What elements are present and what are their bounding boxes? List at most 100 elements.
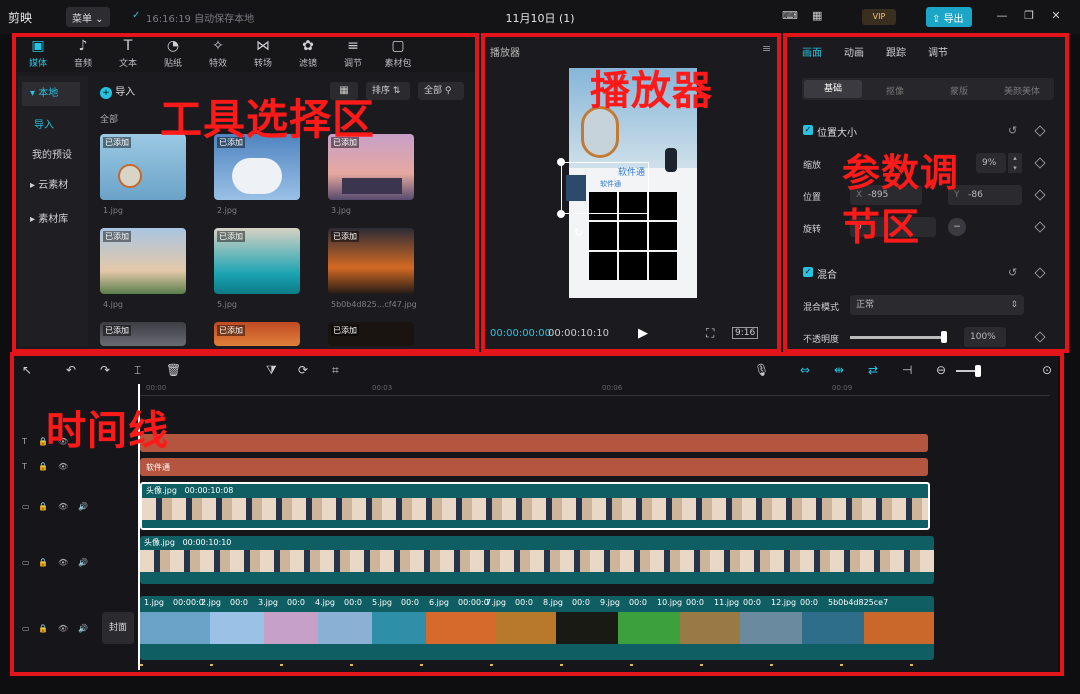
reset-icon[interactable]: ↺: [1008, 266, 1017, 279]
split-icon[interactable]: ⌶: [134, 363, 141, 378]
reset-icon[interactable]: ↺: [1008, 124, 1017, 137]
lock-icon[interactable]: 🔒: [38, 462, 48, 471]
tab-tracking[interactable]: 跟踪: [886, 44, 906, 59]
sidebar-item-local[interactable]: ▾ 本地: [22, 82, 80, 106]
audio-icon[interactable]: 🔊: [78, 558, 88, 567]
sidebar-item-import[interactable]: 导入: [22, 114, 80, 138]
cover-button[interactable]: 封面: [102, 612, 134, 644]
sidebar-item-presets[interactable]: 我的预设: [22, 144, 80, 168]
main-clip-label: 00:0: [344, 598, 362, 607]
filter-button[interactable]: 全部 ⚲: [418, 82, 464, 100]
tool-tab[interactable]: ♪ 音频: [63, 38, 103, 69]
text-clip[interactable]: [140, 434, 928, 452]
media-thumb[interactable]: 已添加: [328, 228, 414, 294]
eye-icon[interactable]: 👁: [58, 558, 68, 567]
video-clip[interactable]: 头像.jpg 00:00:10:10: [140, 536, 934, 584]
sidebar-item-cloud[interactable]: ▸ 云素材: [22, 174, 80, 198]
menu-button[interactable]: 菜单 ⌄: [66, 7, 110, 27]
rotate-icon[interactable]: ⟳: [298, 363, 308, 377]
media-thumb[interactable]: 已添加: [100, 322, 186, 346]
restore-icon[interactable]: ❐: [1022, 9, 1036, 23]
preview-axis-icon[interactable]: ⇄: [868, 363, 878, 377]
player-menu-icon[interactable]: ≡: [762, 42, 771, 55]
subtab-cutout[interactable]: 抠像: [886, 84, 904, 97]
fit-icon[interactable]: ⊙: [1042, 363, 1052, 377]
lock-icon[interactable]: 🔒: [38, 624, 48, 633]
blend-mode-select[interactable]: 正常 ⇕: [850, 295, 1024, 315]
export-button[interactable]: ⇪ 导出: [926, 7, 972, 27]
zoom-out-icon[interactable]: ⊖: [936, 363, 946, 377]
resize-handle[interactable]: [557, 158, 565, 166]
play-icon[interactable]: ▶: [638, 326, 648, 341]
media-thumb[interactable]: 已添加: [100, 228, 186, 294]
tab-animation[interactable]: 动画: [844, 44, 864, 59]
tool-tab[interactable]: ✧ 特效: [198, 38, 238, 69]
media-thumb[interactable]: 已添加: [214, 322, 300, 346]
checkbox-position[interactable]: ✓: [803, 125, 813, 135]
main-clip-label: 00:0: [401, 598, 419, 607]
subtab-beauty[interactable]: 美颜美体: [1004, 84, 1040, 97]
main-track[interactable]: 1.jpg 00:00:0 2.jpg 00:0 3.jpg 00:0 4.jpg 00:0 5…: [140, 596, 934, 660]
rotate-label: 旋转: [803, 225, 822, 235]
opacity-input[interactable]: 100%: [964, 327, 1006, 347]
tool-tab[interactable]: ◔ 贴纸: [153, 38, 193, 69]
keyboard-icon[interactable]: ⌨: [782, 9, 798, 22]
tool-tab[interactable]: ⋈ 转场: [243, 38, 283, 69]
delete-icon[interactable]: 🗑: [166, 363, 181, 377]
rotate-handle-icon[interactable]: ↻: [574, 226, 583, 239]
checkbox-mix[interactable]: ✓: [803, 267, 813, 277]
close-icon[interactable]: ✕: [1049, 9, 1063, 23]
ratio-button[interactable]: 9:16: [732, 327, 759, 339]
tool-tab[interactable]: ▢ 素材包: [378, 38, 418, 69]
redo-icon[interactable]: ↷: [100, 363, 110, 377]
microphone-icon[interactable]: 🎙: [754, 363, 769, 377]
text-clip[interactable]: 软件通: [140, 458, 928, 476]
tool-tab[interactable]: ✿ 滤镜: [288, 38, 328, 69]
tool-tab-label: 文本: [118, 59, 137, 69]
opacity-slider-handle[interactable]: [941, 331, 948, 343]
tab-adjust[interactable]: 调节: [928, 44, 948, 59]
tool-tab-label: 调节: [343, 59, 362, 69]
scale-input[interactable]: 9%: [976, 153, 1006, 173]
vip-badge[interactable]: VIP: [862, 9, 896, 25]
media-thumb[interactable]: 已添加: [328, 322, 414, 346]
minimize-icon[interactable]: —: [995, 9, 1009, 23]
selection-box[interactable]: 软件通 软件通: [561, 162, 649, 214]
subtab-basic[interactable]: 基础: [804, 80, 862, 98]
eye-icon[interactable]: 👁: [58, 462, 68, 471]
crop-icon[interactable]: ⌗: [332, 363, 339, 378]
tool-tab[interactable]: T 文本: [108, 38, 148, 69]
undo-icon[interactable]: ↶: [66, 363, 76, 377]
mirror-icon[interactable]: ⧩: [266, 363, 277, 378]
select-tool-icon[interactable]: ↖: [22, 363, 32, 377]
tab-picture[interactable]: 画面: [802, 44, 822, 59]
scale-stepper[interactable]: ▴ ▾: [1008, 153, 1022, 173]
tool-tab[interactable]: ▣ 媒体: [18, 38, 58, 69]
rotate-dial-icon[interactable]: −: [948, 218, 966, 236]
lock-icon[interactable]: 🔒: [38, 558, 48, 567]
fullscreen-icon[interactable]: ⛶: [706, 326, 714, 341]
time-ruler[interactable]: [140, 382, 1050, 396]
eye-icon[interactable]: 👁: [58, 502, 68, 511]
lock-icon[interactable]: 🔒: [38, 502, 48, 511]
annotation-params-1: 参数调: [842, 151, 960, 195]
audio-icon[interactable]: 🔊: [78, 502, 88, 511]
opacity-label: 不透明度: [803, 335, 840, 345]
sidebar-item-library[interactable]: ▸ 素材库: [22, 208, 80, 232]
layout-icon[interactable]: ▦: [812, 9, 822, 22]
link-main-icon[interactable]: ⇔: [800, 363, 810, 377]
import-button[interactable]: + 导入: [100, 83, 152, 101]
resize-handle[interactable]: [557, 210, 565, 218]
eye-icon[interactable]: 👁: [58, 624, 68, 633]
video-clip-selected[interactable]: 头像.jpg 00:00:10:08: [140, 482, 930, 530]
snap-icon[interactable]: ⇹: [834, 363, 844, 377]
split-screen-icon[interactable]: ⊣: [902, 363, 912, 377]
position-y-input[interactable]: Y -86: [948, 185, 1022, 205]
zoom-slider-handle[interactable]: [975, 365, 981, 377]
opacity-slider[interactable]: [850, 336, 946, 339]
audio-icon[interactable]: 🔊: [78, 624, 88, 633]
tool-tab[interactable]: ≡ 调节: [333, 38, 373, 69]
media-thumb[interactable]: 已添加: [214, 228, 300, 294]
ruler-tick: 00:06: [602, 384, 623, 392]
subtab-mask[interactable]: 蒙版: [950, 84, 968, 97]
